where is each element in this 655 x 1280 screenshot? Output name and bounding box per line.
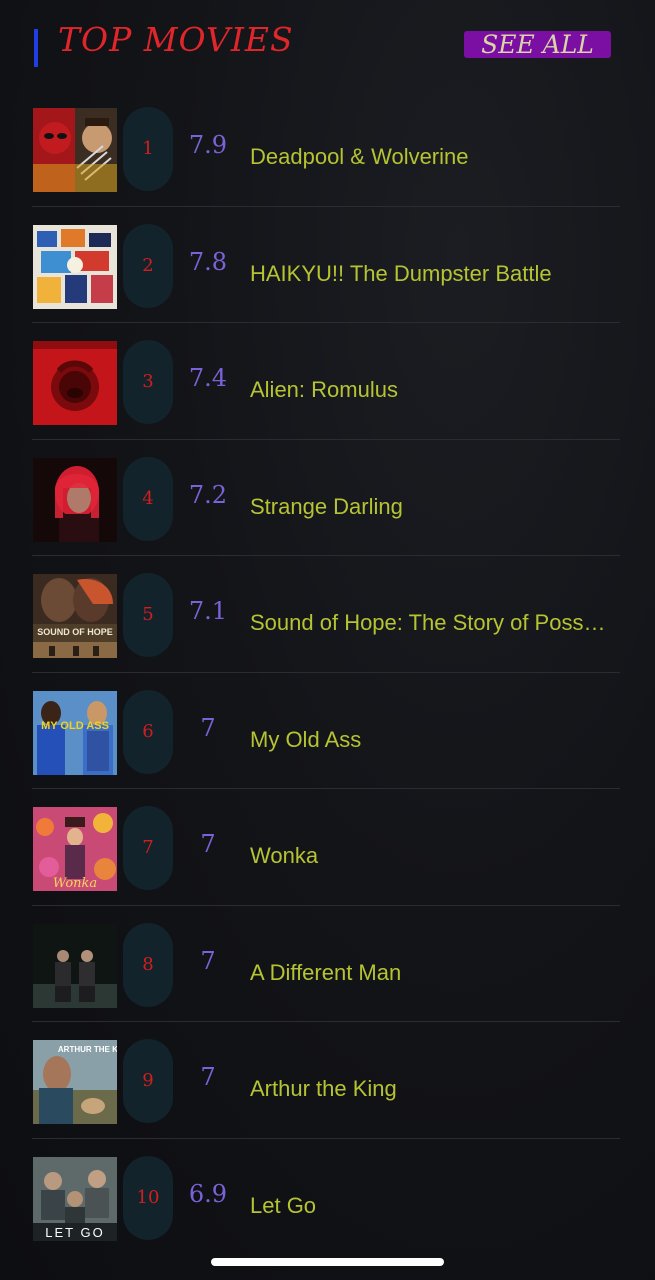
movie-row[interactable]: 1 7.9 Deadpool & Wolverine [0, 90, 655, 207]
section-header: TOP MOVIES SEE ALL [0, 0, 655, 90]
rating-value: 7 [200, 830, 216, 858]
rank-badge: 6 [123, 689, 173, 774]
rank-number: 3 [142, 371, 154, 392]
movie-title[interactable]: Sound of Hope: The Story of Possum Trot [250, 609, 616, 637]
movie-row[interactable]: 2 7.8 HAIKYU!! The Dumpster Battle [0, 207, 655, 323]
rank-badge: 9 [123, 1039, 173, 1123]
poster-caption: SOUND OF HOPE [37, 627, 113, 637]
movie-row[interactable]: ARTHUR THE KING 9 7 Arthur the King [0, 1022, 655, 1139]
movie-row[interactable]: SOUND OF HOPE 5 7.1 Sound of Hope: The S… [0, 556, 655, 673]
rating-value: 7.2 [188, 480, 228, 509]
rank-number: 1 [142, 138, 154, 159]
rank-badge: 4 [123, 456, 173, 541]
rating-value: 6.9 [188, 1179, 228, 1208]
deadpool-wolverine-poster [33, 108, 117, 192]
movie-title[interactable]: Let Go [250, 1192, 616, 1220]
rank-number: 6 [142, 720, 154, 742]
poster-caption: MY OLD ASS [41, 720, 109, 732]
rank-badge: 2 [123, 223, 173, 308]
accent-bar [34, 29, 38, 67]
movie-row[interactable]: 4 7.2 Strange Darling [0, 440, 655, 556]
rating-value: 7 [200, 1063, 216, 1091]
movie-title[interactable]: HAIKYU!! The Dumpster Battle [250, 260, 616, 288]
arthur-the-king-poster: ARTHUR THE KING [33, 1040, 117, 1124]
rating-value: 7.4 [188, 364, 228, 392]
haikyu-poster [33, 224, 117, 309]
movie-title[interactable]: Wonka [250, 842, 616, 870]
movie-title[interactable]: Strange Darling [250, 493, 616, 521]
movie-row[interactable]: MY OLD ASS 6 7 My Old Ass [0, 673, 655, 789]
movie-row[interactable]: 8 7 A Different Man [0, 906, 655, 1022]
rating-value: 7.9 [188, 131, 228, 159]
rank-badge: 5 [123, 573, 173, 657]
movie-title[interactable]: Arthur the King [250, 1075, 616, 1103]
section-title: TOP MOVIES [58, 20, 294, 59]
rank-number: 7 [142, 837, 154, 858]
movie-title[interactable]: Alien: Romulus [250, 376, 616, 404]
movie-title[interactable]: A Different Man [250, 959, 616, 987]
poster-caption: ARTHUR THE KING [58, 1045, 117, 1054]
rank-number: 2 [142, 254, 154, 276]
movie-row[interactable]: Wonka 7 7 Wonka [0, 789, 655, 906]
rating-value: 7 [200, 713, 216, 742]
my-old-ass-poster: MY OLD ASS [33, 690, 117, 775]
poster-caption: LET GO [45, 1225, 104, 1240]
sound-of-hope-poster: SOUND OF HOPE [33, 574, 117, 658]
strange-darling-poster [33, 457, 117, 542]
top-movies-list: 1 7.9 Deadpool & Wolverine 2 7.8 HAIKYU!… [0, 90, 655, 1255]
poster-caption: Wonka [53, 876, 97, 891]
movie-title[interactable]: Deadpool & Wolverine [250, 143, 616, 171]
movie-title[interactable]: My Old Ass [250, 726, 616, 754]
let-go-poster: LET GO [33, 1156, 117, 1241]
rating-value: 7.8 [188, 247, 228, 276]
wonka-poster: Wonka [33, 807, 117, 891]
alien-romulus-poster [33, 341, 117, 425]
rank-number: 5 [142, 604, 154, 625]
rank-badge: 10 [123, 1155, 173, 1240]
rating-value: 7 [200, 946, 216, 975]
movie-row[interactable]: 3 7.4 Alien: Romulus [0, 323, 655, 440]
movie-row[interactable]: LET GO 10 6.9 Let Go [0, 1139, 655, 1256]
rank-number: 8 [142, 953, 154, 975]
rank-badge: 1 [123, 107, 173, 191]
home-indicator[interactable] [211, 1258, 444, 1266]
rank-number: 10 [136, 1186, 160, 1208]
see-all-button[interactable]: SEE ALL [464, 31, 611, 58]
rank-badge: 8 [123, 922, 173, 1007]
rank-badge: 7 [123, 806, 173, 890]
a-different-man-poster [33, 923, 117, 1008]
rating-value: 7.1 [188, 597, 228, 625]
rank-number: 4 [142, 487, 154, 509]
rank-badge: 3 [123, 340, 173, 424]
rank-number: 9 [142, 1070, 154, 1091]
